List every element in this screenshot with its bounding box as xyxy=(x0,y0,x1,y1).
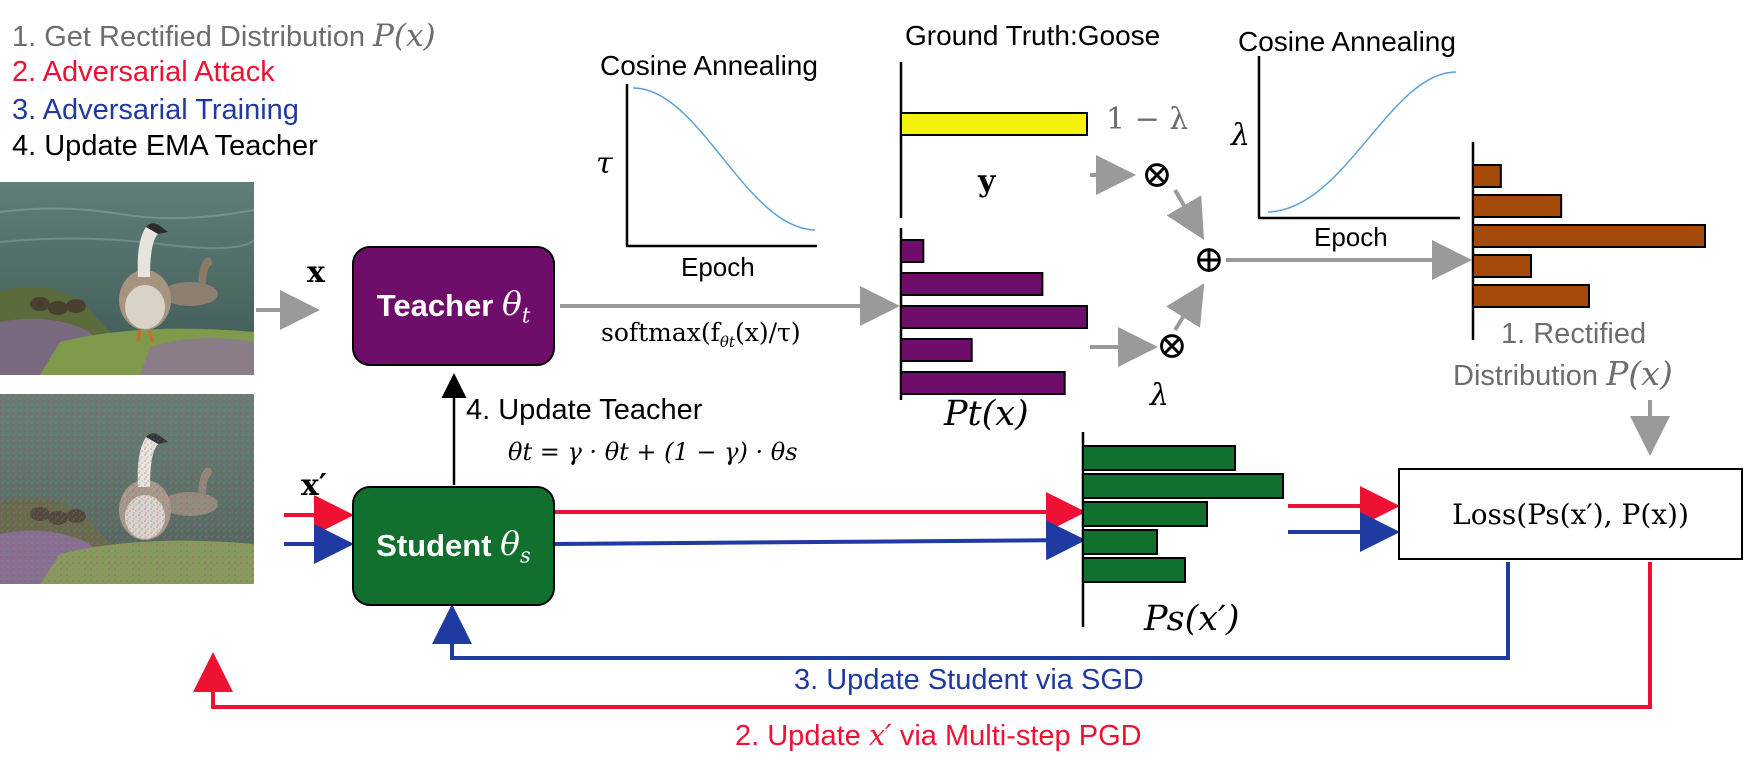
teacher-distribution-bar xyxy=(900,371,1066,395)
rectified-distribution-bar xyxy=(1472,284,1590,308)
oplus-symbol: ⊕ xyxy=(1193,237,1225,281)
cosine-tau-xlabel: Epoch xyxy=(681,252,755,282)
rectified-distribution-bar xyxy=(1472,224,1706,248)
ground-truth-bars xyxy=(900,112,1088,136)
clean-input-label: x xyxy=(307,255,325,290)
cosine-tau-title: Cosine Annealing xyxy=(600,50,818,81)
arrow-otimes-top-to-oplus xyxy=(1166,188,1205,240)
teacher-distribution-bar xyxy=(900,239,925,263)
student-dist-label: Ps(x′) xyxy=(1144,599,1240,639)
student-box[interactable]: Student θs xyxy=(352,486,555,606)
student-distribution-bar xyxy=(1082,501,1208,527)
student-label: Student xyxy=(376,528,492,563)
adv-input-label: x′ xyxy=(301,468,327,503)
student-param-symbol: θ xyxy=(500,524,521,564)
rectified-distribution-bar xyxy=(1472,164,1502,188)
loss-label: Loss(Ps(x′), P(x)) xyxy=(1452,497,1689,531)
cosine-lambda-curve xyxy=(1267,71,1457,213)
teacher-distribution-bar xyxy=(900,305,1088,329)
student-distribution-bar xyxy=(1082,445,1236,471)
cosine-lambda-title: Cosine Annealing xyxy=(1238,26,1456,57)
otimes-top: ⊗ xyxy=(1141,152,1173,196)
softmax-sub: θt xyxy=(719,333,735,351)
rectified-dist-bars xyxy=(1472,164,1706,308)
cosine-tau-curve xyxy=(632,87,816,231)
arrow-loss-to-student-sgd xyxy=(432,562,1510,660)
softmax-tail: (x)/τ) xyxy=(734,318,801,347)
student-distribution-bar xyxy=(1082,473,1284,499)
teacher-box[interactable]: Teacher θt xyxy=(352,246,555,366)
update-adv-tail: via Multi-step PGD xyxy=(899,720,1142,752)
softmax-label: softmax(fθt(x)/τ) xyxy=(601,318,801,351)
otimes-bottom: ⊗ xyxy=(1156,323,1188,367)
cosine-lambda-ylabel: λ xyxy=(1231,118,1251,153)
teacher-param: θt xyxy=(502,284,530,328)
update-adv-head: 2. Update xyxy=(735,720,861,752)
cosine-tau-ylabel: τ xyxy=(596,146,613,181)
teacher-param-sub: t xyxy=(521,303,531,328)
update-adv-label: 2. Update x′ via Multi-step PGD xyxy=(735,718,1142,753)
rectified-label-line2: Distribution P(x) xyxy=(1453,354,1673,393)
rectified-distribution-bar xyxy=(1472,254,1532,278)
student-param: θs xyxy=(500,524,531,568)
student-distribution-bar xyxy=(1082,557,1186,583)
ground-truth-title: Ground Truth:Goose xyxy=(905,20,1161,51)
teacher-distribution-bar xyxy=(900,338,973,362)
teacher-dist-chart xyxy=(899,228,1088,400)
student-dist-bars xyxy=(1082,445,1284,583)
teacher-label: Teacher xyxy=(376,288,494,323)
rectified-label-line1: 1. Rectified xyxy=(1501,318,1647,350)
teacher-param-symbol: θ xyxy=(501,284,522,324)
teacher-distribution-bar xyxy=(900,272,1044,296)
cosine-lambda-xlabel: Epoch xyxy=(1314,222,1388,252)
loss-box[interactable]: Loss(Ps(x′), P(x)) xyxy=(1398,468,1743,560)
rectified-distribution-bar xyxy=(1472,194,1563,218)
one-minus-lambda-label: 1 − λ xyxy=(1106,102,1189,137)
update-student-label: 3. Update Student via SGD xyxy=(794,664,1144,696)
cosine-lambda-plot xyxy=(1257,56,1460,220)
rectified-label-math: P(x) xyxy=(1606,354,1673,393)
update-adv-math: x′ xyxy=(868,718,892,752)
rectified-dist-chart xyxy=(1471,142,1706,340)
arrow-student-to-dist-blue xyxy=(554,520,1086,561)
update-teacher-formula: θt = γ · θt + (1 − γ) · θs xyxy=(508,438,798,466)
student-distribution-bar xyxy=(1082,529,1158,555)
lambda-label-bottom: λ xyxy=(1150,378,1170,413)
rectified-label-text: Distribution xyxy=(1453,360,1599,392)
teacher-dist-label: Pt(x) xyxy=(944,394,1029,434)
student-dist-chart xyxy=(1081,432,1284,627)
teacher-dist-bars xyxy=(900,239,1088,395)
update-teacher-label: 4. Update Teacher xyxy=(466,394,703,426)
ground-truth-y-label: y xyxy=(978,164,996,199)
cosine-tau-plot xyxy=(625,84,817,248)
softmax-head: softmax(f xyxy=(601,318,720,347)
ground-truth-bar xyxy=(900,112,1088,136)
student-param-sub: s xyxy=(520,543,531,568)
